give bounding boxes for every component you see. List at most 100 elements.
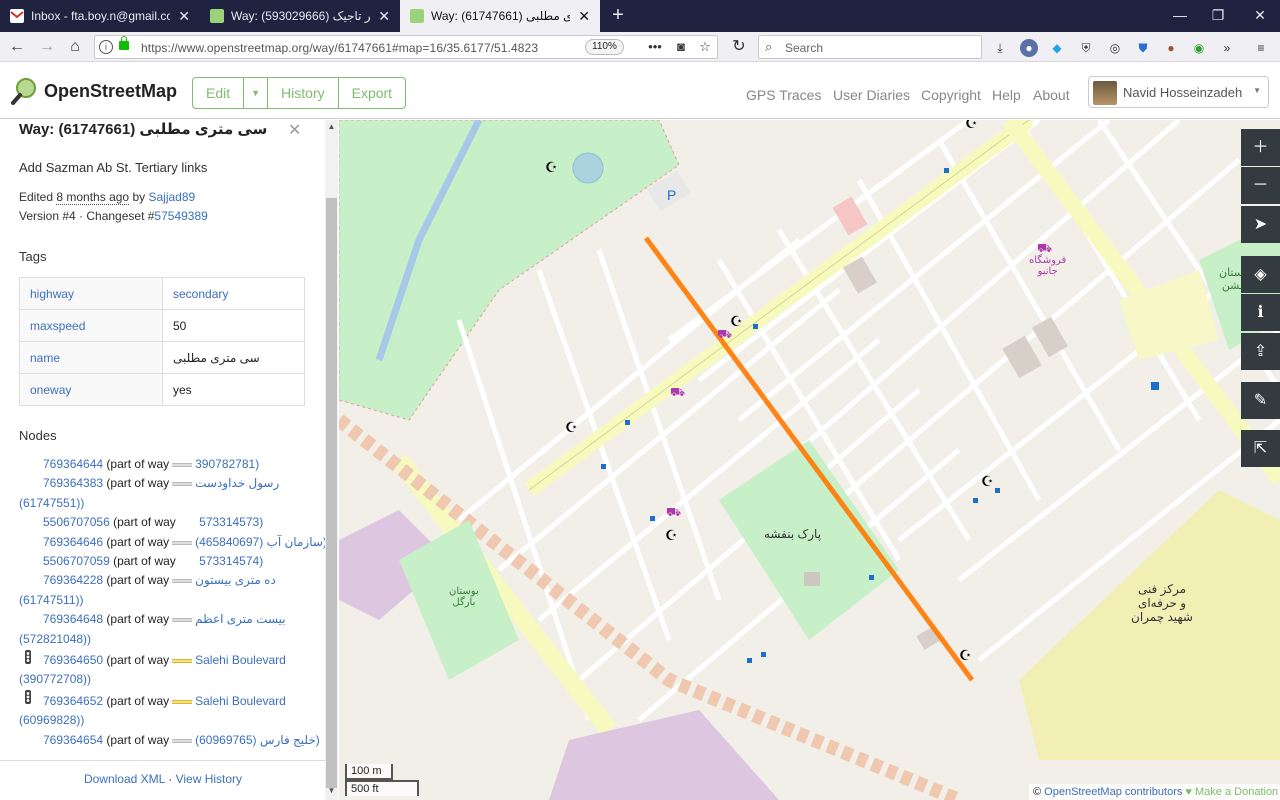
editor-link[interactable]: Sajjad89 — [148, 190, 195, 204]
edit-button[interactable]: Edit — [193, 78, 245, 108]
share-icon[interactable]: ⇪ — [1241, 333, 1280, 370]
way-link[interactable]: خلیج فارس (60969765)) — [195, 733, 320, 747]
way-link[interactable]: 573314573) — [199, 515, 263, 529]
home-icon[interactable]: ⌂ — [64, 36, 86, 58]
downloads-icon[interactable]: ⤓ — [991, 39, 1009, 57]
way-link[interactable]: 390782781) — [195, 457, 259, 471]
nodes-heading: Nodes — [19, 428, 57, 443]
node-link[interactable]: 769364648 — [43, 612, 103, 626]
tab-way-61747661[interactable]: Way: سی متری مطلبی (61747661) | ✕ — [400, 0, 600, 32]
way-link[interactable]: Salehi Boulevard — [195, 653, 286, 667]
way-link[interactable]: سازمان آب (465840697)) — [195, 535, 327, 549]
node-link[interactable]: 769364650 — [43, 653, 103, 667]
browser-nav-bar: ← → ⌂ i https://www.openstreetmap.org/wa… — [0, 32, 1280, 62]
tag-value[interactable]: secondary — [162, 277, 305, 310]
tab-inbox[interactable]: Inbox - fta.boy.n@gmail.com - ✕ — [0, 0, 200, 32]
way-line-icon — [172, 617, 193, 622]
overflow-menu-icon[interactable]: » — [1218, 39, 1236, 57]
back-button[interactable]: ← — [6, 36, 28, 58]
way-link[interactable]: ده متری بیستون — [195, 573, 276, 587]
node-link[interactable]: 5506707059 — [43, 554, 110, 568]
forward-button[interactable]: → — [36, 36, 58, 58]
search-input[interactable]: ⌕ Search — [758, 35, 982, 59]
way-link[interactable]: 573314574) — [199, 554, 263, 568]
node-link[interactable]: 769364646 — [43, 535, 103, 549]
info-icon[interactable]: i — [99, 40, 113, 54]
page-actions-icon[interactable]: ••• — [647, 39, 663, 55]
user-menu[interactable]: Navid Hosseinzadeh ▼ — [1088, 76, 1269, 108]
tag-key[interactable]: oneway — [19, 373, 163, 406]
zoom-level[interactable]: 110% — [585, 39, 624, 55]
url-text[interactable]: https://www.openstreetmap.org/way/617476… — [141, 41, 538, 55]
menu-copyright[interactable]: Copyright — [921, 87, 981, 103]
zoom-out-button[interactable]: － — [1241, 167, 1280, 204]
node-link[interactable]: 769364228 — [43, 573, 103, 587]
tag-key[interactable]: maxspeed — [19, 309, 163, 342]
building — [832, 196, 868, 236]
download-xml-link[interactable]: Download XML — [84, 772, 165, 786]
extension-badge-icon[interactable]: ⛊ — [1134, 39, 1152, 57]
scroll-down-icon[interactable]: ▼ — [325, 786, 338, 795]
close-tab-icon[interactable]: ✕ — [578, 8, 590, 25]
restore-button[interactable]: ❐ — [1198, 0, 1238, 32]
tag-key[interactable]: name — [19, 341, 163, 374]
way-link[interactable]: (390772708)) — [19, 672, 91, 686]
way-link[interactable]: (572821048)) — [19, 632, 91, 646]
export-button[interactable]: Export — [339, 78, 405, 108]
layers-icon[interactable]: ◈ — [1241, 256, 1280, 293]
bookmark-star-icon[interactable]: ☆ — [697, 39, 713, 55]
view-history-link[interactable]: View History — [176, 772, 242, 786]
node-link[interactable]: 5506707056 — [43, 515, 110, 529]
scale-feet: 500 ft — [345, 780, 419, 796]
node-link[interactable]: 769364652 — [43, 694, 103, 708]
way-link[interactable]: (61747551)) — [19, 496, 84, 510]
sidebar-scrollbar[interactable]: ▲ ▼ — [325, 120, 338, 800]
close-icon[interactable]: ✕ — [288, 120, 301, 140]
close-window-button[interactable]: ✕ — [1240, 0, 1280, 32]
way-link[interactable]: بیست متری اعظم — [195, 612, 286, 626]
minimize-button[interactable]: — — [1160, 0, 1200, 32]
scroll-up-icon[interactable]: ▲ — [325, 122, 338, 131]
close-tab-icon[interactable]: ✕ — [378, 8, 390, 25]
way-link[interactable]: (60969828)) — [19, 713, 84, 727]
extension-cookie-icon[interactable]: ● — [1162, 39, 1180, 57]
search-placeholder: Search — [785, 41, 824, 55]
extension-green-icon[interactable]: ◉ — [1190, 39, 1208, 57]
way-link[interactable]: (61747511)) — [19, 593, 84, 607]
brand-title[interactable]: OpenStreetMap — [44, 81, 177, 102]
extension-circle-icon[interactable]: ◎ — [1106, 39, 1124, 57]
scrollbar-thumb[interactable] — [326, 198, 337, 788]
menu-gps-traces[interactable]: GPS Traces — [746, 87, 821, 103]
contributors-link[interactable]: OpenStreetMap contributors — [1044, 786, 1182, 798]
history-button[interactable]: History — [268, 78, 339, 108]
way-link[interactable]: Salehi Boulevard — [195, 694, 286, 708]
reload-icon[interactable]: ↻ — [728, 36, 750, 58]
node-link[interactable]: 769364654 — [43, 733, 103, 747]
pocket-icon[interactable]: ◙ — [673, 39, 689, 55]
menu-user-diaries[interactable]: User Diaries — [833, 87, 910, 103]
map-canvas[interactable]: P ☪ ☪ ☪ ☪ ☪ ☪ ☪ ⛟ ⛟ ⛟ ⛟ پارک بنفشه مرکز … — [339, 120, 1280, 800]
menu-help[interactable]: Help — [992, 87, 1021, 103]
donate-link[interactable]: Make a Donation — [1195, 786, 1278, 798]
locate-icon[interactable]: ➤ — [1241, 206, 1280, 243]
menu-about[interactable]: About — [1033, 87, 1070, 103]
new-tab-button[interactable]: + — [606, 4, 630, 28]
node-link[interactable]: 769364644 — [43, 457, 103, 471]
extension-shield-icon[interactable]: ⛨ — [1077, 39, 1095, 57]
close-tab-icon[interactable]: ✕ — [178, 8, 190, 25]
url-bar[interactable]: i https://www.openstreetmap.org/way/6174… — [94, 35, 718, 59]
edit-dropdown-icon[interactable]: ▼ — [244, 78, 269, 108]
tag-key[interactable]: highway — [19, 277, 163, 310]
hamburger-menu-icon[interactable]: ≡ — [1252, 39, 1270, 57]
extension-globe-icon[interactable]: ● — [1020, 39, 1038, 57]
changeset-link[interactable]: 57549389 — [154, 209, 207, 223]
extension-cube-icon[interactable]: ◆ — [1048, 39, 1066, 57]
zoom-in-button[interactable]: ＋ — [1241, 129, 1280, 166]
add-note-icon[interactable]: ✎ — [1241, 382, 1280, 419]
way-link[interactable]: رسول خداودست — [195, 476, 279, 490]
tab-way-593029666[interactable]: Way: اصغر تاجیک (593029666) | O ✕ — [200, 0, 400, 32]
osm-logo-icon[interactable] — [10, 77, 38, 105]
info-icon[interactable]: ℹ — [1241, 294, 1280, 331]
query-features-icon[interactable]: ⇱ — [1241, 430, 1280, 467]
node-link[interactable]: 769364383 — [43, 476, 103, 490]
